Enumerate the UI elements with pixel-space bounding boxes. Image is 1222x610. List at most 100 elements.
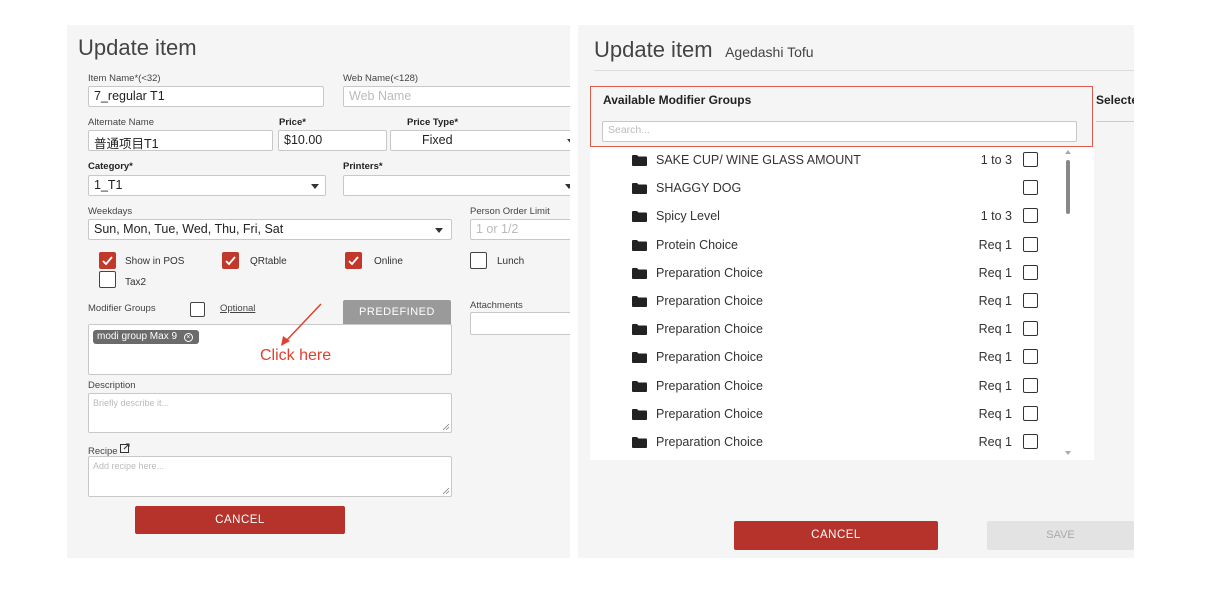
modifier-group-row[interactable]: Preparation Choice Req 1 <box>632 401 1052 429</box>
person-order-limit-input[interactable]: 1 or 1/2 <box>470 219 570 240</box>
tax2-label: Tax2 <box>125 277 147 288</box>
show-in-pos-label: Show in POS <box>125 256 185 267</box>
modifier-group-row[interactable]: SHAGGY DOG <box>632 175 1052 203</box>
modal-title: Update item <box>594 37 713 62</box>
available-modifier-groups-header: Available Modifier Groups <box>603 93 752 107</box>
modifier-group-rule: Req 1 <box>978 265 1012 280</box>
modifier-group-rule: Req 1 <box>978 406 1012 421</box>
modifier-group-checkbox[interactable] <box>1023 349 1038 365</box>
save-button[interactable]: SAVE <box>987 521 1134 550</box>
modifier-group-name: SAKE CUP/ WINE GLASS AMOUNT <box>656 153 861 167</box>
folder-icon <box>632 183 647 195</box>
weekdays-value: Sun, Mon, Tue, Wed, Thu, Fri, Sat <box>94 222 284 236</box>
close-circle-icon[interactable]: × <box>183 333 193 342</box>
attachments-label: Attachments <box>470 300 523 311</box>
modifier-group-row[interactable]: SAKE CUP/ WINE GLASS AMOUNT 1 to 3 <box>632 147 1052 175</box>
cancel-button[interactable]: CANCEL <box>734 521 938 550</box>
weekdays-select[interactable]: Sun, Mon, Tue, Wed, Thu, Fri, Sat <box>88 219 452 240</box>
modifier-group-row[interactable]: Preparation Choice Req 1 <box>632 344 1052 372</box>
click-here-annotation: Click here <box>260 347 332 364</box>
modifier-group-rule: Req 1 <box>978 237 1012 252</box>
modifier-group-row[interactable]: Spicy Level 1 to 3 <box>632 203 1052 231</box>
folder-icon <box>632 267 647 279</box>
online-label: Online <box>374 256 403 267</box>
recipe-label-group: Recipe <box>88 443 130 457</box>
web-name-label: Web Name(<128) <box>343 73 419 84</box>
description-textarea[interactable]: Briefly describe it... <box>88 393 452 433</box>
modifier-group-checkbox[interactable] <box>1023 264 1038 280</box>
modifier-group-checkbox[interactable] <box>1023 208 1038 224</box>
folder-icon <box>632 155 647 166</box>
selected-column-divider <box>1096 121 1134 122</box>
checkmark-icon <box>348 256 359 266</box>
category-select[interactable]: 1_T1 <box>88 175 326 196</box>
modifier-group-checkbox[interactable] <box>1023 236 1038 252</box>
folder-icon <box>632 380 647 392</box>
cancel-button[interactable]: CANCEL <box>135 506 345 534</box>
modifier-group-row[interactable]: Preparation Choice Req 1 <box>632 260 1052 288</box>
modifier-group-tag[interactable]: modi group Max 9 × <box>93 330 199 344</box>
scrollbar-thumb[interactable] <box>1066 160 1070 214</box>
lunch-checkbox[interactable] <box>470 252 487 269</box>
person-order-limit-label: Person Order Limit <box>470 206 550 217</box>
chevron-down-icon <box>311 184 319 189</box>
show-in-pos-checkbox[interactable] <box>99 252 116 269</box>
modifier-group-row[interactable]: Preparation Choice Req 1 <box>632 429 1052 457</box>
page-title: Update item <box>78 35 197 60</box>
price-type-label: Price Type* <box>407 117 459 128</box>
scroll-up-arrow-icon[interactable] <box>1065 150 1071 154</box>
predefined-button[interactable]: PREDEFINED <box>343 300 451 325</box>
modifier-group-tag-label: modi group Max 9 <box>97 331 178 342</box>
modifier-groups-label: Modifier Groups <box>88 303 156 314</box>
item-name-label-group: Item Name*(<32) <box>88 73 161 84</box>
checkmark-icon <box>102 256 113 266</box>
modifier-group-name: SHAGGY DOG <box>656 181 742 196</box>
optional-link[interactable]: Optional <box>220 303 255 314</box>
modifier-group-row[interactable]: Preparation Choice Req 1 <box>632 373 1052 401</box>
external-link-icon[interactable] <box>120 443 130 453</box>
qrtable-checkbox[interactable] <box>222 252 239 269</box>
modifier-group-name: Preparation Choice <box>656 406 764 421</box>
modifier-group-rule: Req 1 <box>978 435 1012 449</box>
item-name-input[interactable]: 7_regular T1 <box>88 86 324 107</box>
modifier-group-checkbox[interactable] <box>1023 180 1038 196</box>
folder-icon <box>632 324 647 336</box>
modifier-group-name: Preparation Choice <box>656 350 764 365</box>
modifier-group-rule: Req 1 <box>978 322 1012 337</box>
modifier-group-checkbox[interactable] <box>1023 152 1038 167</box>
attachments-input[interactable] <box>470 312 570 335</box>
modifier-search-input[interactable]: Search... <box>602 121 1077 142</box>
price-type-select[interactable]: Fixed <box>390 130 570 151</box>
modifier-group-rule: 1 to 3 <box>980 209 1012 224</box>
modifier-group-name: Preparation Choice <box>656 378 764 393</box>
modifier-group-checkbox[interactable] <box>1023 293 1038 308</box>
modifier-group-checkbox[interactable] <box>1023 321 1038 337</box>
modifier-group-row[interactable]: Preparation Choice Req 1 <box>632 316 1052 344</box>
web-name-input[interactable]: Web Name <box>343 86 570 107</box>
modifier-group-row[interactable]: Protein Choice Req 1 <box>632 232 1052 260</box>
chevron-down-icon <box>435 228 443 233</box>
category-value: 1_T1 <box>94 178 123 192</box>
modifier-group-checkbox[interactable] <box>1023 377 1038 393</box>
chevron-down-icon <box>567 139 570 144</box>
checkmark-icon <box>225 256 236 266</box>
item-name-subtitle: Agedashi Tofu <box>725 44 814 60</box>
tax2-checkbox[interactable] <box>99 271 116 288</box>
modifier-group-row[interactable]: Preparation Choice Req 1 <box>632 288 1052 316</box>
price-type-value: Fixed <box>422 133 453 147</box>
modifier-group-checkbox[interactable] <box>1023 405 1038 421</box>
online-checkbox[interactable] <box>345 252 362 269</box>
scroll-down-arrow-icon[interactable] <box>1065 451 1071 455</box>
modifier-groups-panel: Update item Agedashi Tofu Available Modi… <box>578 25 1134 558</box>
price-label: Price* <box>279 117 306 128</box>
optional-checkbox[interactable] <box>190 302 205 317</box>
recipe-textarea[interactable]: Add recipe here... <box>88 456 452 497</box>
price-input[interactable]: $10.00 <box>278 130 387 151</box>
category-label: Category* <box>88 161 133 172</box>
printers-select[interactable] <box>343 175 570 196</box>
alternate-name-input[interactable]: 普通项目T1 <box>88 130 273 151</box>
modifier-group-name: Preparation Choice <box>656 294 764 308</box>
modifier-group-rule: Req 1 <box>978 294 1012 308</box>
modifier-group-checkbox[interactable] <box>1023 434 1038 449</box>
selected-modifier-groups-header: Selecte <box>1096 93 1134 107</box>
